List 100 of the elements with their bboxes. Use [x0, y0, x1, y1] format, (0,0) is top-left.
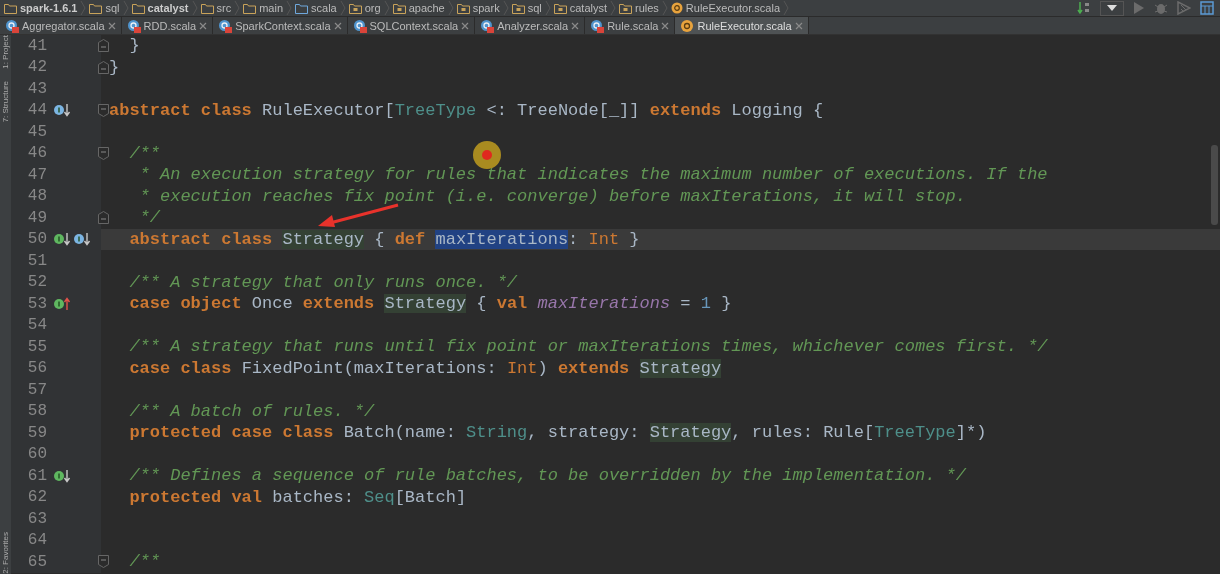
editor-tab[interactable]: SQLContext.scala	[347, 17, 476, 34]
line-number: 63	[26, 509, 47, 528]
code-line: }	[109, 57, 120, 77]
code-line: * execution reaches fix point (i.e. converge) before maxIterations, it will stop.	[138, 186, 966, 206]
folder-icon	[4, 2, 17, 14]
editor-tab[interactable]: SparkContext.scala	[213, 17, 348, 34]
line-number: 58	[26, 402, 47, 421]
code-line: protected val batches: Seq[Batch]	[128, 487, 467, 507]
editor-tab[interactable]: RuleExecutor.scala	[675, 17, 809, 34]
line-number: 48	[26, 187, 47, 206]
folder-icon	[295, 2, 309, 14]
line-number: 53	[26, 294, 47, 313]
line-number: 62	[26, 488, 47, 507]
folder-icon	[89, 2, 103, 14]
chevron-icon	[286, 0, 293, 16]
editor-tab[interactable]: Rule.scala	[585, 17, 676, 34]
folder-icon	[200, 2, 214, 14]
breadcrumb-item[interactable]: scala	[293, 2, 339, 14]
chevron-icon	[122, 0, 129, 16]
coverage-icon[interactable]	[1177, 1, 1191, 15]
code-line: /** A batch of rules. */	[128, 401, 375, 421]
code-line: /** A strategy that only runs once. */	[128, 272, 518, 292]
close-icon[interactable]	[571, 21, 580, 30]
fold-marker-icon[interactable]	[97, 211, 109, 225]
tool-window-button[interactable]: 2: Favorites	[0, 532, 11, 574]
editor-tab[interactable]: RDD.scala	[121, 17, 214, 34]
code-line: case class FixedPoint(maxIterations: Int) extends Strategy	[128, 358, 722, 378]
folder-icon	[392, 2, 406, 14]
editor-tab[interactable]: Aggregator.scala	[0, 17, 122, 34]
code-line: protected case class Batch(name: String, strategy: Strategy, rules: Rule[TreeType]*)	[128, 423, 987, 443]
line-number: 65	[26, 552, 47, 571]
line-number: 51	[26, 251, 47, 270]
override-marker-icon[interactable]	[73, 232, 93, 247]
class-file-icon	[480, 18, 495, 33]
breadcrumb-item[interactable]: RuleExecutor.scala	[668, 2, 782, 14]
project-structure-icon[interactable]	[1200, 1, 1214, 15]
breadcrumb-item[interactable]: rules	[617, 2, 661, 14]
fold-marker-icon[interactable]	[97, 60, 109, 74]
close-icon[interactable]	[199, 21, 208, 30]
fold-marker-icon[interactable]	[97, 555, 109, 569]
breadcrumb-item[interactable]: catalyst	[551, 2, 609, 14]
breadcrumb-item[interactable]: src	[198, 2, 234, 14]
line-number: 44	[26, 101, 47, 120]
implementation-marker-icon[interactable]	[53, 468, 73, 483]
fold-marker-icon[interactable]	[97, 146, 109, 160]
code-line: case object Once extends Strategy { val maxIterations = 1 }	[128, 294, 732, 314]
line-number: 41	[26, 36, 47, 55]
chevron-icon	[383, 0, 390, 16]
breadcrumb-item[interactable]: main	[241, 2, 286, 14]
line-number: 56	[26, 359, 47, 378]
chevron-icon	[610, 0, 616, 16]
close-icon[interactable]	[461, 21, 470, 30]
tool-window-button[interactable]: 1: Project	[0, 35, 11, 69]
debug-icon[interactable]	[1154, 1, 1168, 15]
folder-icon	[131, 2, 145, 14]
breadcrumb-item[interactable]: apache	[390, 2, 447, 14]
close-icon[interactable]	[661, 21, 670, 30]
code-line: }	[128, 36, 140, 56]
object-icon	[670, 2, 683, 14]
run-icon[interactable]	[1133, 1, 1145, 15]
sort-icon[interactable]	[1077, 1, 1091, 15]
line-number: 61	[26, 466, 47, 485]
folder-icon	[511, 2, 525, 14]
implementation-marker-icon[interactable]	[53, 232, 73, 247]
line-number: 50	[26, 230, 47, 249]
class-file-icon	[352, 18, 367, 33]
close-icon[interactable]	[107, 21, 116, 30]
breadcrumb-item[interactable]: spark-1.6.1	[2, 2, 80, 14]
scrollbar-thumb[interactable]	[1211, 145, 1218, 225]
close-icon[interactable]	[794, 21, 803, 30]
code-line: abstract class Strategy { def maxIterations: Int }	[128, 229, 640, 249]
close-icon[interactable]	[333, 21, 342, 30]
folder-icon	[348, 2, 362, 14]
fold-marker-icon[interactable]	[97, 39, 109, 53]
class-file-icon	[126, 18, 141, 33]
line-number: 52	[26, 273, 47, 292]
line-number: 55	[26, 337, 47, 356]
implementation-marker-icon[interactable]	[53, 296, 73, 311]
code-line: /** Defines a sequence of rule batches, to be overridden by the implementation. */	[128, 466, 966, 486]
line-number: 45	[26, 122, 47, 141]
code-line: /** A strategy that runs until fix point or maxIterations times, whichever comes first. */	[128, 337, 1048, 357]
breadcrumb-item[interactable]: sql	[509, 2, 544, 14]
fold-marker-icon[interactable]	[97, 103, 109, 117]
run-config-dropdown[interactable]	[1100, 0, 1124, 16]
chevron-icon	[544, 0, 551, 16]
line-number: 57	[26, 380, 47, 399]
breadcrumb-item[interactable]: sql	[87, 2, 122, 14]
breadcrumb-item[interactable]: org	[346, 2, 383, 14]
chevron-icon	[80, 0, 87, 16]
breadcrumb-item[interactable]: spark	[454, 2, 502, 14]
override-marker-icon[interactable]	[53, 103, 73, 118]
editor-tab[interactable]: Analyzer.scala	[475, 17, 586, 34]
breadcrumb-item[interactable]: catalyst	[129, 2, 191, 14]
class-file-icon	[5, 18, 19, 33]
line-number: 60	[26, 445, 47, 464]
code-line: abstract class RuleExecutor[TreeType <: TreeNode[_]] extends Logging {	[109, 100, 824, 120]
tool-window-button[interactable]: 7: Structure	[0, 80, 11, 123]
chevron-icon	[234, 0, 241, 16]
line-number: 59	[26, 423, 47, 442]
chevron-icon	[502, 0, 509, 16]
